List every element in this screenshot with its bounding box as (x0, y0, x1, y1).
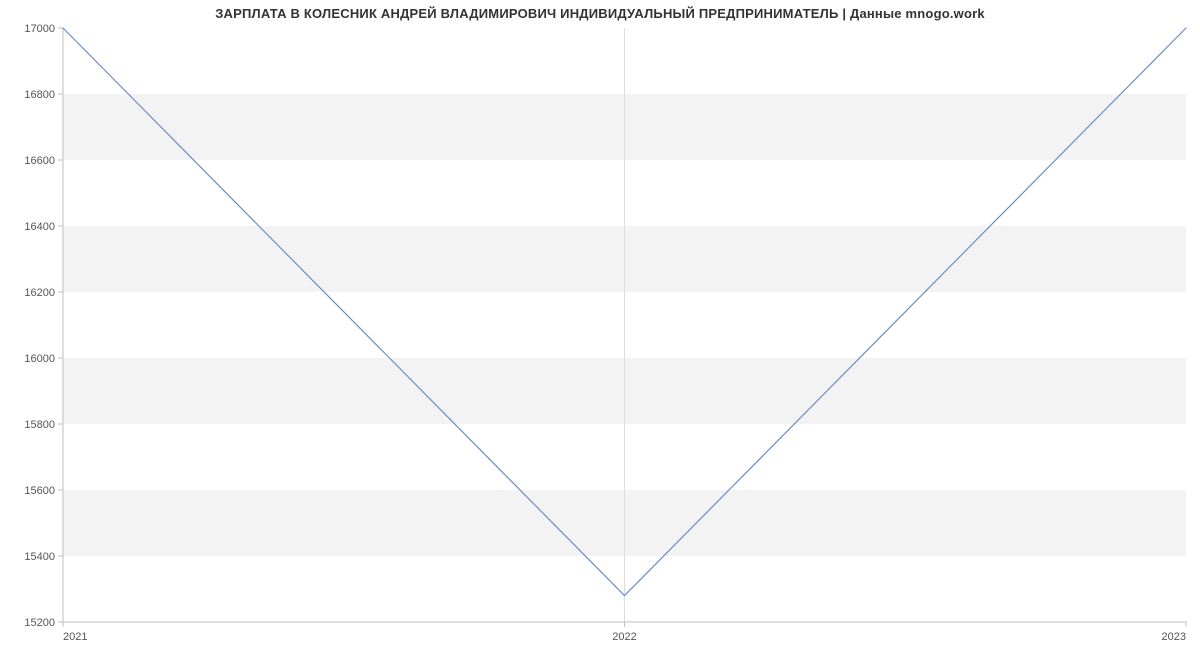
svg-text:2022: 2022 (612, 631, 636, 643)
svg-text:16600: 16600 (24, 155, 55, 167)
svg-text:16400: 16400 (24, 221, 55, 233)
svg-text:17000: 17000 (24, 23, 55, 35)
chart-svg: 15200 15400 15600 15800 16000 16200 16400 16600… (0, 0, 1200, 650)
svg-text:2021: 2021 (63, 631, 87, 643)
salary-chart: ЗАРПЛАТА В КОЛЕСНИК АНДРЕЙ ВЛАДИМИРОВИЧ … (0, 0, 1200, 650)
svg-text:16000: 16000 (24, 353, 55, 365)
svg-text:15600: 15600 (24, 485, 55, 497)
svg-text:2023: 2023 (1162, 631, 1186, 643)
svg-text:15400: 15400 (24, 551, 55, 563)
svg-text:16800: 16800 (24, 89, 55, 101)
svg-text:15200: 15200 (24, 617, 55, 629)
svg-text:16200: 16200 (24, 287, 55, 299)
svg-text:15800: 15800 (24, 419, 55, 431)
